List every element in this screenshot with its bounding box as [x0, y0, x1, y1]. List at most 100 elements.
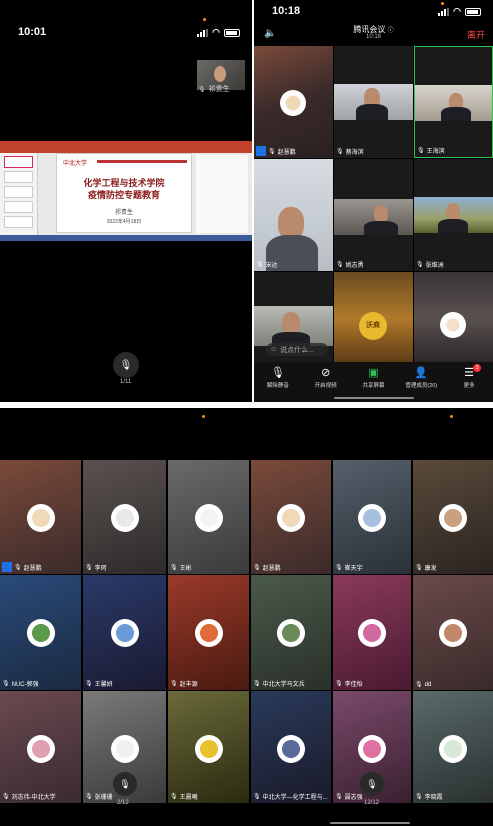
participant-label: 🎙 中北大学马文兵 [253, 679, 305, 688]
participant-tile[interactable]: 🎙 李佳怡 [333, 575, 411, 690]
participant-avatar [26, 504, 55, 532]
participant-avatar [26, 735, 55, 763]
mic-in-use-indicator [450, 415, 453, 418]
battery-icon [465, 7, 481, 16]
mic-icon: 🎙 [253, 681, 261, 687]
participant-avatar [110, 619, 139, 647]
participant-name: 中北大学马文兵 [262, 682, 305, 688]
participant-avatar: 沃商 [359, 312, 387, 340]
participant-tile[interactable]: 🎙 刘志伟-中北大学 [0, 691, 81, 803]
participant-avatar [277, 504, 305, 532]
video-off-icon: ⊘ [321, 367, 331, 379]
participant-tile[interactable]: 👤 🎙 赵慧鹏 [0, 460, 81, 574]
current-slide: 中北大学 化学工程与技术学院 疫情防控专题教育 祁贵生 2022年4月18日 [56, 153, 192, 233]
chat-input[interactable]: ☺ 说点什么... [266, 343, 328, 356]
participant-avatar [194, 619, 223, 647]
unmute-button[interactable]: 🎙 解除静音 [258, 366, 298, 389]
wifi-icon: ◠ [212, 27, 220, 37]
participant-tile[interactable]: 🎙 宋达 [254, 159, 333, 271]
mute-toggle-button[interactable]: 🎙 [360, 772, 384, 796]
mic-in-use-indicator [441, 2, 444, 5]
participant-label: 🎙 dd [415, 681, 432, 689]
participant-name: 王彬 [179, 566, 192, 572]
emoji-icon: ☺ [270, 346, 278, 353]
participant-grid-panel: 👤 🎙 赵慧鹏 🎙 李珂 🎙 王彬 🎙 赵慧鹏 🎙 崔天宇 🎙 康发 🎙 NUC-郭强 🎙 王馨妍 🎙 赵丰源 🎙 中北… [0, 408, 493, 826]
participant-name: 聂志强 [344, 795, 363, 801]
participant-tile[interactable]: 🎙 蔡海滨 [334, 46, 413, 158]
start-video-button[interactable]: ⊘ 开启视频 [306, 366, 346, 389]
mic-off-icon: 🎙 [119, 778, 131, 789]
share-screen-button[interactable]: ▣ 共享屏幕 [353, 366, 393, 389]
participant-tile[interactable]: 沃商 [334, 272, 413, 364]
university-logo-text: 中北大学 [63, 160, 88, 167]
participant-name: 康发 [424, 566, 437, 572]
signal-icon [197, 28, 209, 37]
mic-icon: 🎙 [2, 681, 10, 687]
participant-label: 🎙 聂志强 [335, 792, 363, 801]
system-icons: ◠ [438, 6, 481, 17]
system-icons: ◠ [197, 27, 240, 38]
mic-off-icon: 🎙 [366, 778, 378, 789]
slide-header-stripe [97, 160, 187, 163]
participant-avatar [440, 312, 466, 338]
mic-off-icon: 🎙 [119, 359, 133, 371]
participant-name: 崔天宇 [344, 566, 363, 572]
participant-tile[interactable]: 🎙 赵丰源 [168, 575, 249, 690]
participant-tile[interactable]: 🎙 张维洲 [414, 159, 493, 271]
participant-tile[interactable] [414, 272, 493, 364]
participant-name: NUC-郭强 [11, 682, 39, 688]
participant-tile[interactable]: 🎙 中北大学—化学工程与... [251, 691, 331, 803]
mic-icon: 🎙 [416, 262, 424, 268]
slide-date: 2022年4月18日 [106, 219, 142, 225]
participant-tile[interactable]: 🎙 dd [413, 575, 493, 690]
home-indicator [334, 397, 414, 399]
mic-icon: 🎙 [336, 262, 344, 268]
home-indicator [330, 822, 410, 824]
participant-label: 🎙 王海滨 [417, 148, 445, 155]
participant-tile[interactable]: 👤 🎙 赵慧鹏 [254, 46, 333, 158]
participant-label: 🎙 刘志伟-中北大学 [2, 792, 56, 801]
participant-tile[interactable]: 🎙 王晨曦 [168, 691, 249, 803]
participant-name: 王馨妍 [94, 682, 113, 688]
participant-tile[interactable]: 🎙 姚志勇 [334, 159, 413, 271]
participant-tile[interactable]: 🎙 李晓霞 [413, 691, 493, 803]
participant-tile[interactable]: 🎙 王彬 [168, 460, 249, 574]
participant-label: 👤 🎙 赵慧鹏 [2, 562, 42, 572]
mic-icon: 🎙 [268, 148, 276, 155]
mic-icon: 🎙 [415, 682, 423, 688]
participant-name: 李佳怡 [344, 682, 363, 688]
manage-members-button[interactable]: 👤 管理成员(20) [401, 366, 441, 389]
side-notes-pane [196, 155, 248, 233]
participant-tile-active-speaker[interactable]: 🎙 王海滨 [414, 46, 493, 158]
share-screen-icon: ▣ [368, 367, 379, 379]
self-video-label: 🎙 祁贵生 [198, 86, 230, 93]
participant-tile[interactable]: 🎙 NUC-郭强 [0, 575, 81, 690]
participant-name: 刘志伟-中北大学 [11, 795, 56, 801]
participant-tile[interactable]: 🎙 赵慧鹏 [251, 460, 331, 574]
mic-icon: 🎙 [170, 565, 178, 571]
leave-button[interactable]: 离开 [467, 28, 485, 41]
mute-toggle-button[interactable]: 🎙 [113, 772, 137, 796]
mic-icon: 🎙 [335, 794, 343, 800]
host-icon: 👤 [2, 562, 12, 572]
more-button[interactable]: ☰ 更多 3 [449, 364, 489, 389]
mic-icon: 🎙 [2, 794, 10, 800]
participant-tile[interactable]: 🎙 崔天宇 [333, 460, 411, 574]
presentation-ribbon [0, 141, 252, 153]
wifi-icon: ◠ [453, 6, 461, 16]
participant-tile[interactable]: 🎙 李珂 [83, 460, 166, 574]
mic-icon: 🎙 [417, 148, 425, 154]
mute-toggle-button[interactable]: 🎙 [113, 352, 139, 378]
participant-avatar [110, 735, 139, 763]
participant-tile[interactable]: 🎙 康发 [413, 460, 493, 574]
mic-icon: 🎙 [170, 794, 178, 800]
participant-tile[interactable]: 🎙 王馨妍 [83, 575, 166, 690]
meeting-control-bar: 🎙 解除静音 ⊘ 开启视频 ▣ 共享屏幕 👤 管理成员(20) ☰ 更多 3 [254, 362, 493, 402]
participant-label: 🎙 康发 [415, 563, 437, 572]
page-indicator: 2/12 [117, 800, 129, 806]
participant-tile[interactable]: 🎙 中北大学马文兵 [251, 575, 331, 690]
shared-slide-window[interactable]: 中北大学 化学工程与技术学院 疫情防控专题教育 祁贵生 2022年4月18日 [0, 141, 252, 241]
participant-avatar [358, 735, 386, 763]
participant-avatar [358, 504, 386, 532]
participant-name: dd [424, 681, 432, 688]
